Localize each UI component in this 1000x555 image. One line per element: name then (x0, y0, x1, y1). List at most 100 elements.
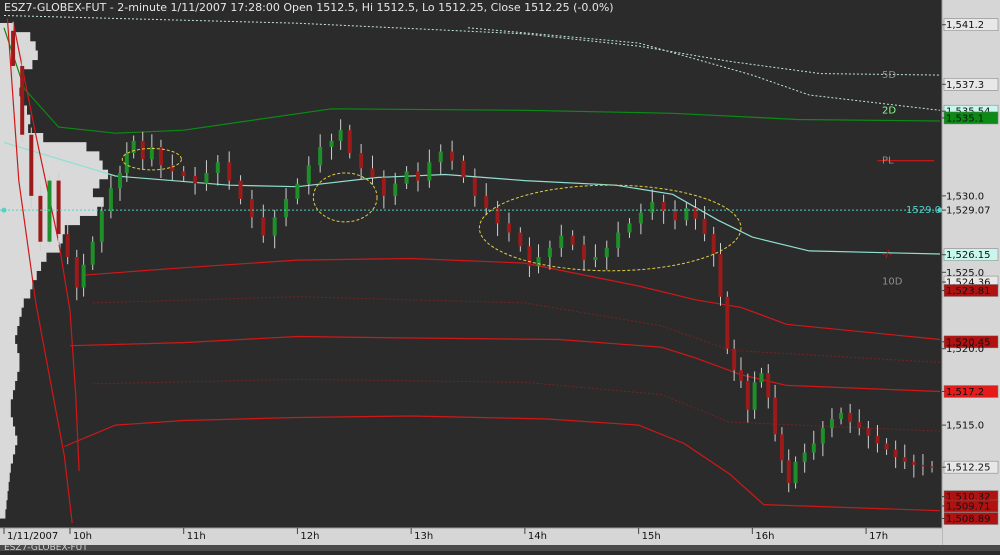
x-tick-label: 10h (73, 531, 92, 542)
profile-bin (0, 334, 16, 345)
candle-body (284, 198, 289, 218)
y-tick-label: 1,515.0 (946, 421, 984, 432)
profile-bin (0, 389, 13, 400)
candle-body (829, 419, 834, 429)
candle-body (702, 218, 707, 235)
candle-body (604, 247, 609, 258)
candle-body (518, 232, 523, 247)
candle-body (427, 162, 432, 181)
status-bar (0, 545, 1000, 551)
candle-body (295, 183, 300, 199)
candle-body (779, 434, 784, 461)
profile-bin (0, 353, 20, 363)
price-chart: 5D 2D PL -/- 10D 1529.07 1,541.2 1,537.3 1,535.… (0, 0, 1000, 553)
x-tick-label: 12h (300, 531, 319, 542)
profile-bin (0, 188, 93, 198)
profile-bin (0, 22, 13, 33)
candle-body (461, 160, 466, 178)
y-tick-label: 1,520.0 (946, 344, 984, 355)
profile-bin (0, 426, 16, 437)
candle-body (47, 180, 52, 242)
y-tick-label: 1,535.1 (946, 113, 984, 124)
candle-body (65, 234, 70, 258)
candle-body (911, 461, 916, 465)
candle-body (404, 171, 409, 184)
candle-body (766, 373, 771, 398)
profile-bin (0, 252, 47, 262)
candle-body (759, 373, 764, 383)
candle-body (450, 151, 455, 161)
candle-body (415, 171, 420, 181)
profile-bin (0, 233, 63, 244)
candle-body (381, 177, 386, 196)
candle-body (20, 65, 25, 135)
candle-body (536, 257, 541, 267)
y-tick-label: 1,523.81 (946, 286, 991, 297)
candle-body (438, 151, 443, 163)
profile-bin (0, 261, 42, 271)
candle-body (249, 198, 254, 218)
candle-body (650, 201, 655, 213)
candle-body (902, 457, 907, 462)
profile-bin (0, 243, 61, 253)
y-tick-label: 1,509.71 (946, 501, 991, 512)
y-tick-label: 1,526.15 (946, 250, 991, 261)
profile-bin (0, 463, 11, 473)
profile-bin (0, 453, 13, 464)
profile-bin (0, 481, 9, 492)
x-tick-label: 15h (642, 531, 661, 542)
candle-body (81, 264, 86, 288)
candle-body (506, 223, 511, 233)
profile-bin (0, 380, 16, 391)
candle-body (711, 234, 716, 254)
line-label: PL (882, 156, 894, 167)
profile-bin (0, 444, 16, 455)
candle-body (227, 162, 232, 181)
line-label: 10D (882, 276, 903, 287)
candle-body (616, 232, 621, 248)
profile-bin (0, 142, 87, 152)
candle-body (347, 130, 352, 154)
profile-bin (0, 398, 11, 409)
candle-body (920, 464, 925, 467)
y-tick-label: 1,512.25 (946, 463, 991, 474)
y-tick-label: 1,517.2 (946, 387, 984, 398)
profile-bin (0, 343, 18, 354)
chart-root: 5D 2D PL -/- 10D 1529.07 1,541.2 1,537.3 1,535.… (0, 0, 1000, 553)
line-label: -/- (882, 249, 893, 260)
y-tick-label: 1,530.0 (946, 191, 984, 202)
profile-bin (0, 472, 10, 482)
profile-bin (0, 490, 8, 501)
candle-body (11, 30, 16, 66)
candle-body (848, 412, 853, 423)
profile-bin (0, 499, 7, 510)
candle-body (261, 217, 266, 236)
y-tick-label: 1,537.3 (946, 80, 984, 91)
profile-bin (0, 298, 24, 308)
candle-body (839, 412, 844, 420)
candle-body (752, 382, 757, 410)
candle-body (786, 460, 791, 484)
candle-body (559, 235, 564, 248)
y-tick-label: 1,529.07 (946, 206, 991, 217)
x-tick-label: 13h (414, 531, 433, 542)
candle-body (318, 146, 323, 166)
candle-body (884, 443, 889, 450)
candle-body (773, 397, 778, 435)
profile-bin (0, 160, 103, 171)
candle-body (124, 153, 129, 173)
x-tick-label: 11h (187, 531, 206, 542)
candle-body (673, 211, 678, 221)
candle-body (38, 195, 43, 242)
candle-body (215, 162, 220, 173)
candle-body (866, 428, 871, 436)
candle-body (204, 172, 209, 184)
candle-body (272, 217, 277, 236)
candle-body (930, 466, 935, 468)
crosshair-dot (1, 207, 7, 213)
profile-bin (0, 307, 22, 317)
candle-body (90, 241, 95, 265)
candle-body (74, 257, 79, 288)
candle-body (56, 180, 61, 235)
candle-body (359, 153, 364, 169)
